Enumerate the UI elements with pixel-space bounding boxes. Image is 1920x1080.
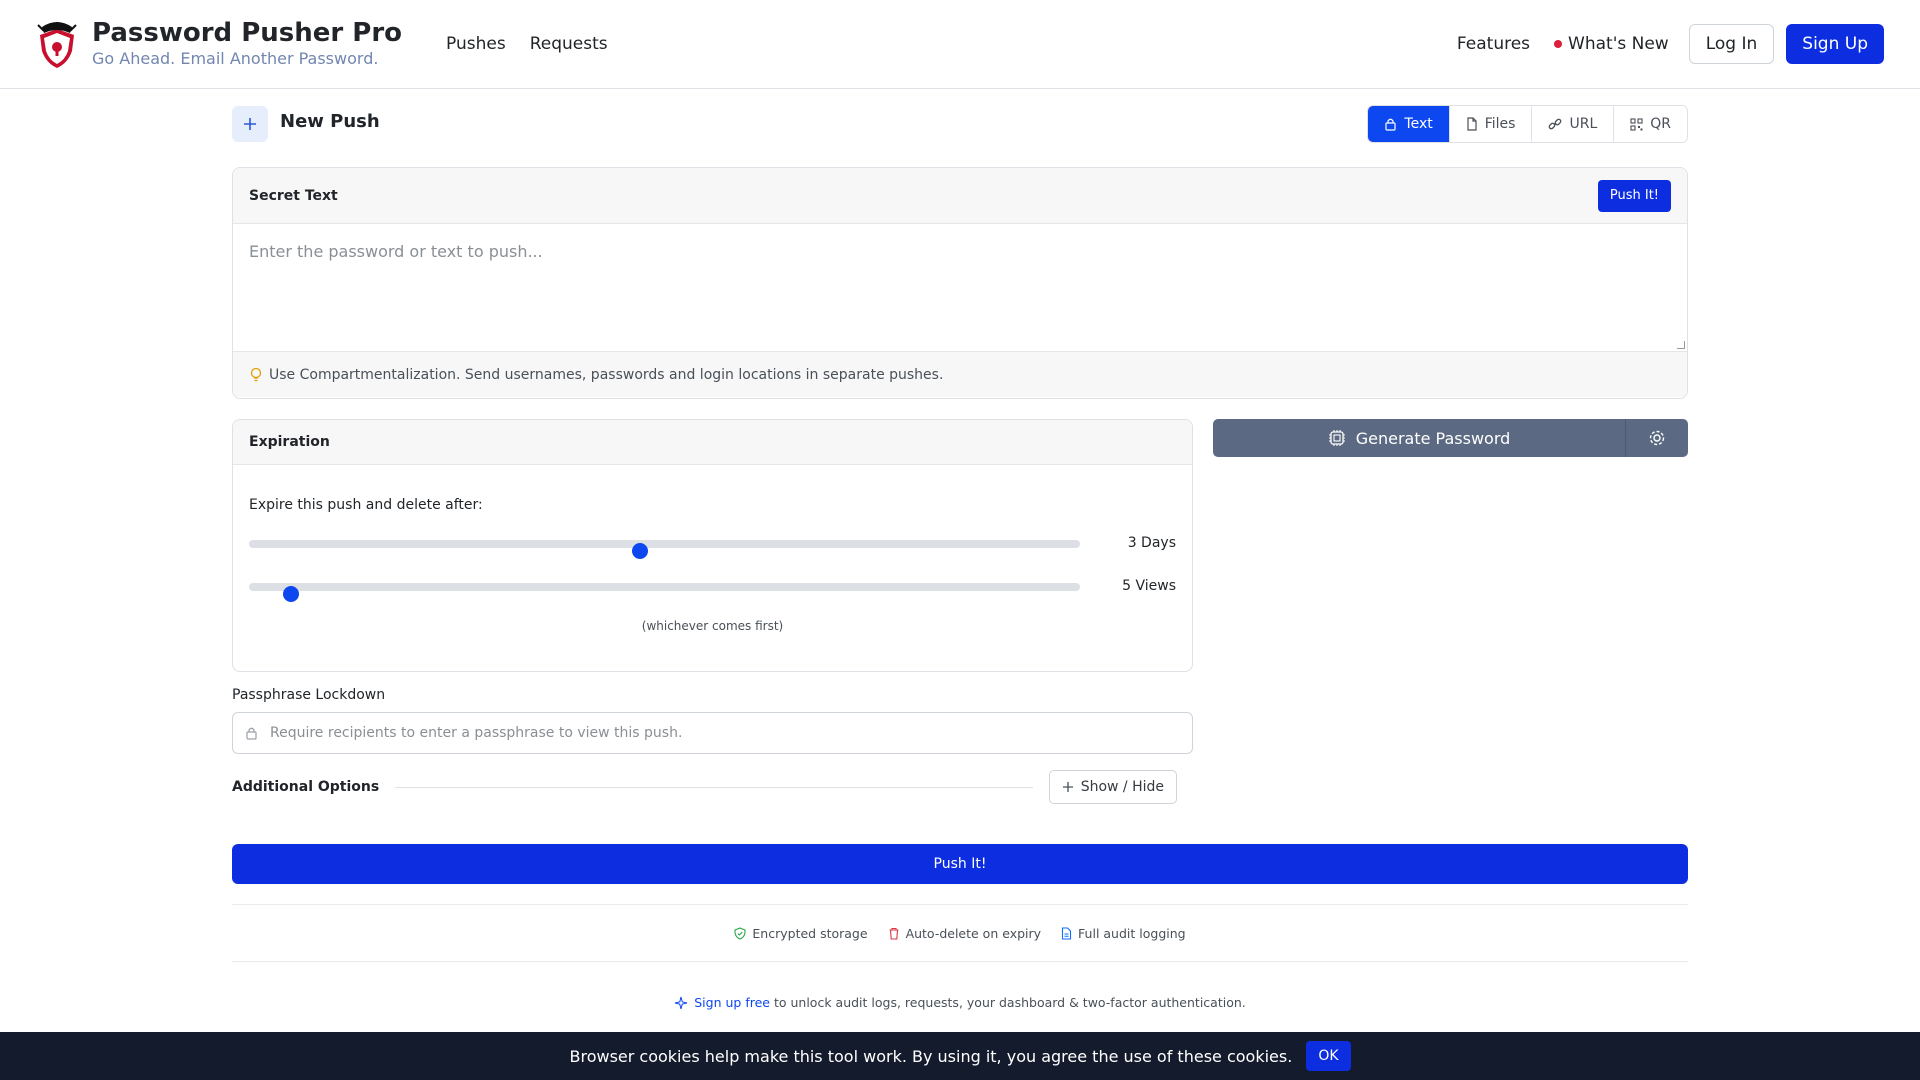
generate-password-label: Generate Password xyxy=(1355,428,1511,448)
signup-free-link[interactable]: Sign up free xyxy=(694,995,770,1010)
gear-icon xyxy=(1649,430,1665,446)
features-row: Encrypted storage Auto-delete on expiry … xyxy=(232,904,1688,962)
pirate-shield-logo xyxy=(37,22,77,68)
expiration-title: Expiration xyxy=(249,434,330,450)
document-icon xyxy=(1061,926,1072,940)
additional-options-label: Additional Options xyxy=(232,779,380,795)
tab-qr-label: QR xyxy=(1650,116,1671,132)
right-nav: Features What's New Log In Sign Up xyxy=(1457,24,1884,64)
nav-requests[interactable]: Requests xyxy=(530,34,608,54)
brand[interactable]: Password Pusher Pro Go Ahead. Email Anot… xyxy=(36,18,402,70)
feature-audit-label: Full audit logging xyxy=(1078,925,1186,941)
nav-whats-new[interactable]: What's New xyxy=(1554,34,1669,54)
signup-note: Sign up free to unlock audit logs, reque… xyxy=(232,995,1688,1010)
passphrase-input[interactable]: Require recipients to enter a passphrase… xyxy=(232,712,1193,754)
tab-url-label: URL xyxy=(1569,116,1598,132)
lock-icon xyxy=(1385,118,1397,131)
generate-password-button[interactable]: Generate Password xyxy=(1213,419,1625,457)
lightbulb-icon xyxy=(250,367,262,381)
nav-pushes[interactable]: Pushes xyxy=(446,34,506,54)
days-value: 3 Days xyxy=(1127,535,1176,551)
qr-icon xyxy=(1630,117,1643,131)
feature-encrypted: Encrypted storage xyxy=(734,925,868,941)
views-value: 5 Views xyxy=(1122,578,1176,594)
secret-textarea[interactable]: Enter the password or text to push... xyxy=(233,224,1687,352)
secret-tip-text: Use Compartmentalization. Send usernames… xyxy=(269,366,944,383)
new-push-title-row: New Push Text Files URL QR xyxy=(232,105,1688,143)
site-header: Password Pusher Pro Go Ahead. Email Anot… xyxy=(0,0,1920,89)
generate-password-button-group: Generate Password xyxy=(1213,419,1688,457)
main-nav: Pushes Requests xyxy=(446,34,608,54)
cookie-text: Browser cookies help make this tool work… xyxy=(569,1046,1293,1066)
secret-text-header: Secret Text Push It! xyxy=(233,168,1687,224)
nav-features[interactable]: Features xyxy=(1457,34,1530,54)
link-icon xyxy=(1549,118,1562,130)
additional-options-row: Additional Options Show / Hide xyxy=(232,769,1177,805)
secret-text-card: Secret Text Push It! Enter the password … xyxy=(232,167,1688,399)
tab-text-label: Text xyxy=(1404,116,1433,132)
show-hide-label: Show / Hide xyxy=(1080,779,1164,795)
views-slider[interactable] xyxy=(249,583,1080,602)
expiration-note: (whichever comes first) xyxy=(641,619,784,633)
expiration-card: Expiration Expire this push and delete a… xyxy=(232,419,1193,672)
secret-text-title: Secret Text xyxy=(249,187,338,204)
passphrase-label: Passphrase Lockdown xyxy=(232,687,386,703)
views-slider-thumb[interactable] xyxy=(282,586,299,602)
login-button[interactable]: Log In xyxy=(1688,24,1775,64)
secret-textarea-placeholder: Enter the password or text to push... xyxy=(249,242,543,261)
shield-check-icon xyxy=(734,926,746,940)
cpu-icon xyxy=(1328,430,1345,446)
days-slider-thumb[interactable] xyxy=(631,543,648,559)
feature-auto-delete-label: Auto-delete on expiry xyxy=(905,925,1042,941)
cookie-ok-button[interactable]: OK xyxy=(1306,1041,1351,1071)
days-slider[interactable] xyxy=(249,540,1080,559)
generate-settings-button[interactable] xyxy=(1625,419,1688,457)
push-it-small-button[interactable]: Push It! xyxy=(1597,179,1671,212)
push-it-button[interactable]: Push It! xyxy=(232,844,1688,884)
sparkles-icon xyxy=(675,996,688,1009)
plus-icon xyxy=(1062,782,1073,792)
secret-tip: Use Compartmentalization. Send usernames… xyxy=(233,352,1687,397)
expiration-label: Expire this push and delete after: xyxy=(249,497,483,513)
cookie-banner: Browser cookies help make this tool work… xyxy=(0,1032,1920,1080)
tab-text[interactable]: Text xyxy=(1368,106,1449,142)
divider xyxy=(395,786,1033,788)
brand-title[interactable]: Password Pusher Pro xyxy=(92,18,402,49)
signup-button[interactable]: Sign Up xyxy=(1786,24,1884,64)
tab-url[interactable]: URL xyxy=(1531,106,1614,142)
feature-encrypted-label: Encrypted storage xyxy=(752,925,868,941)
new-indicator-dot xyxy=(1554,40,1563,48)
lock-icon xyxy=(246,727,257,740)
tab-files-label: Files xyxy=(1484,116,1516,132)
feature-auto-delete: Auto-delete on expiry xyxy=(888,926,1041,941)
push-type-tabs: Text Files URL QR xyxy=(1367,105,1688,143)
expiration-header: Expiration xyxy=(233,420,1192,465)
trash-icon xyxy=(889,927,899,940)
feature-audit: Full audit logging xyxy=(1061,926,1186,941)
days-slider-row: 3 Days xyxy=(249,533,1176,559)
passphrase-placeholder: Require recipients to enter a passphrase… xyxy=(270,725,683,741)
file-icon xyxy=(1467,117,1477,131)
brand-tagline: Go Ahead. Email Another Password. xyxy=(92,48,379,68)
signup-note-text: to unlock audit logs, requests, your das… xyxy=(773,995,1246,1010)
plus-icon xyxy=(232,106,268,142)
page-title: New Push xyxy=(280,111,380,132)
tab-qr[interactable]: QR xyxy=(1613,106,1687,142)
views-slider-row: 5 Views xyxy=(249,576,1176,602)
show-hide-button[interactable]: Show / Hide xyxy=(1048,770,1177,804)
tab-files[interactable]: Files xyxy=(1448,106,1532,142)
whats-new-label: What's New xyxy=(1568,34,1669,54)
resize-handle[interactable] xyxy=(1677,341,1685,349)
